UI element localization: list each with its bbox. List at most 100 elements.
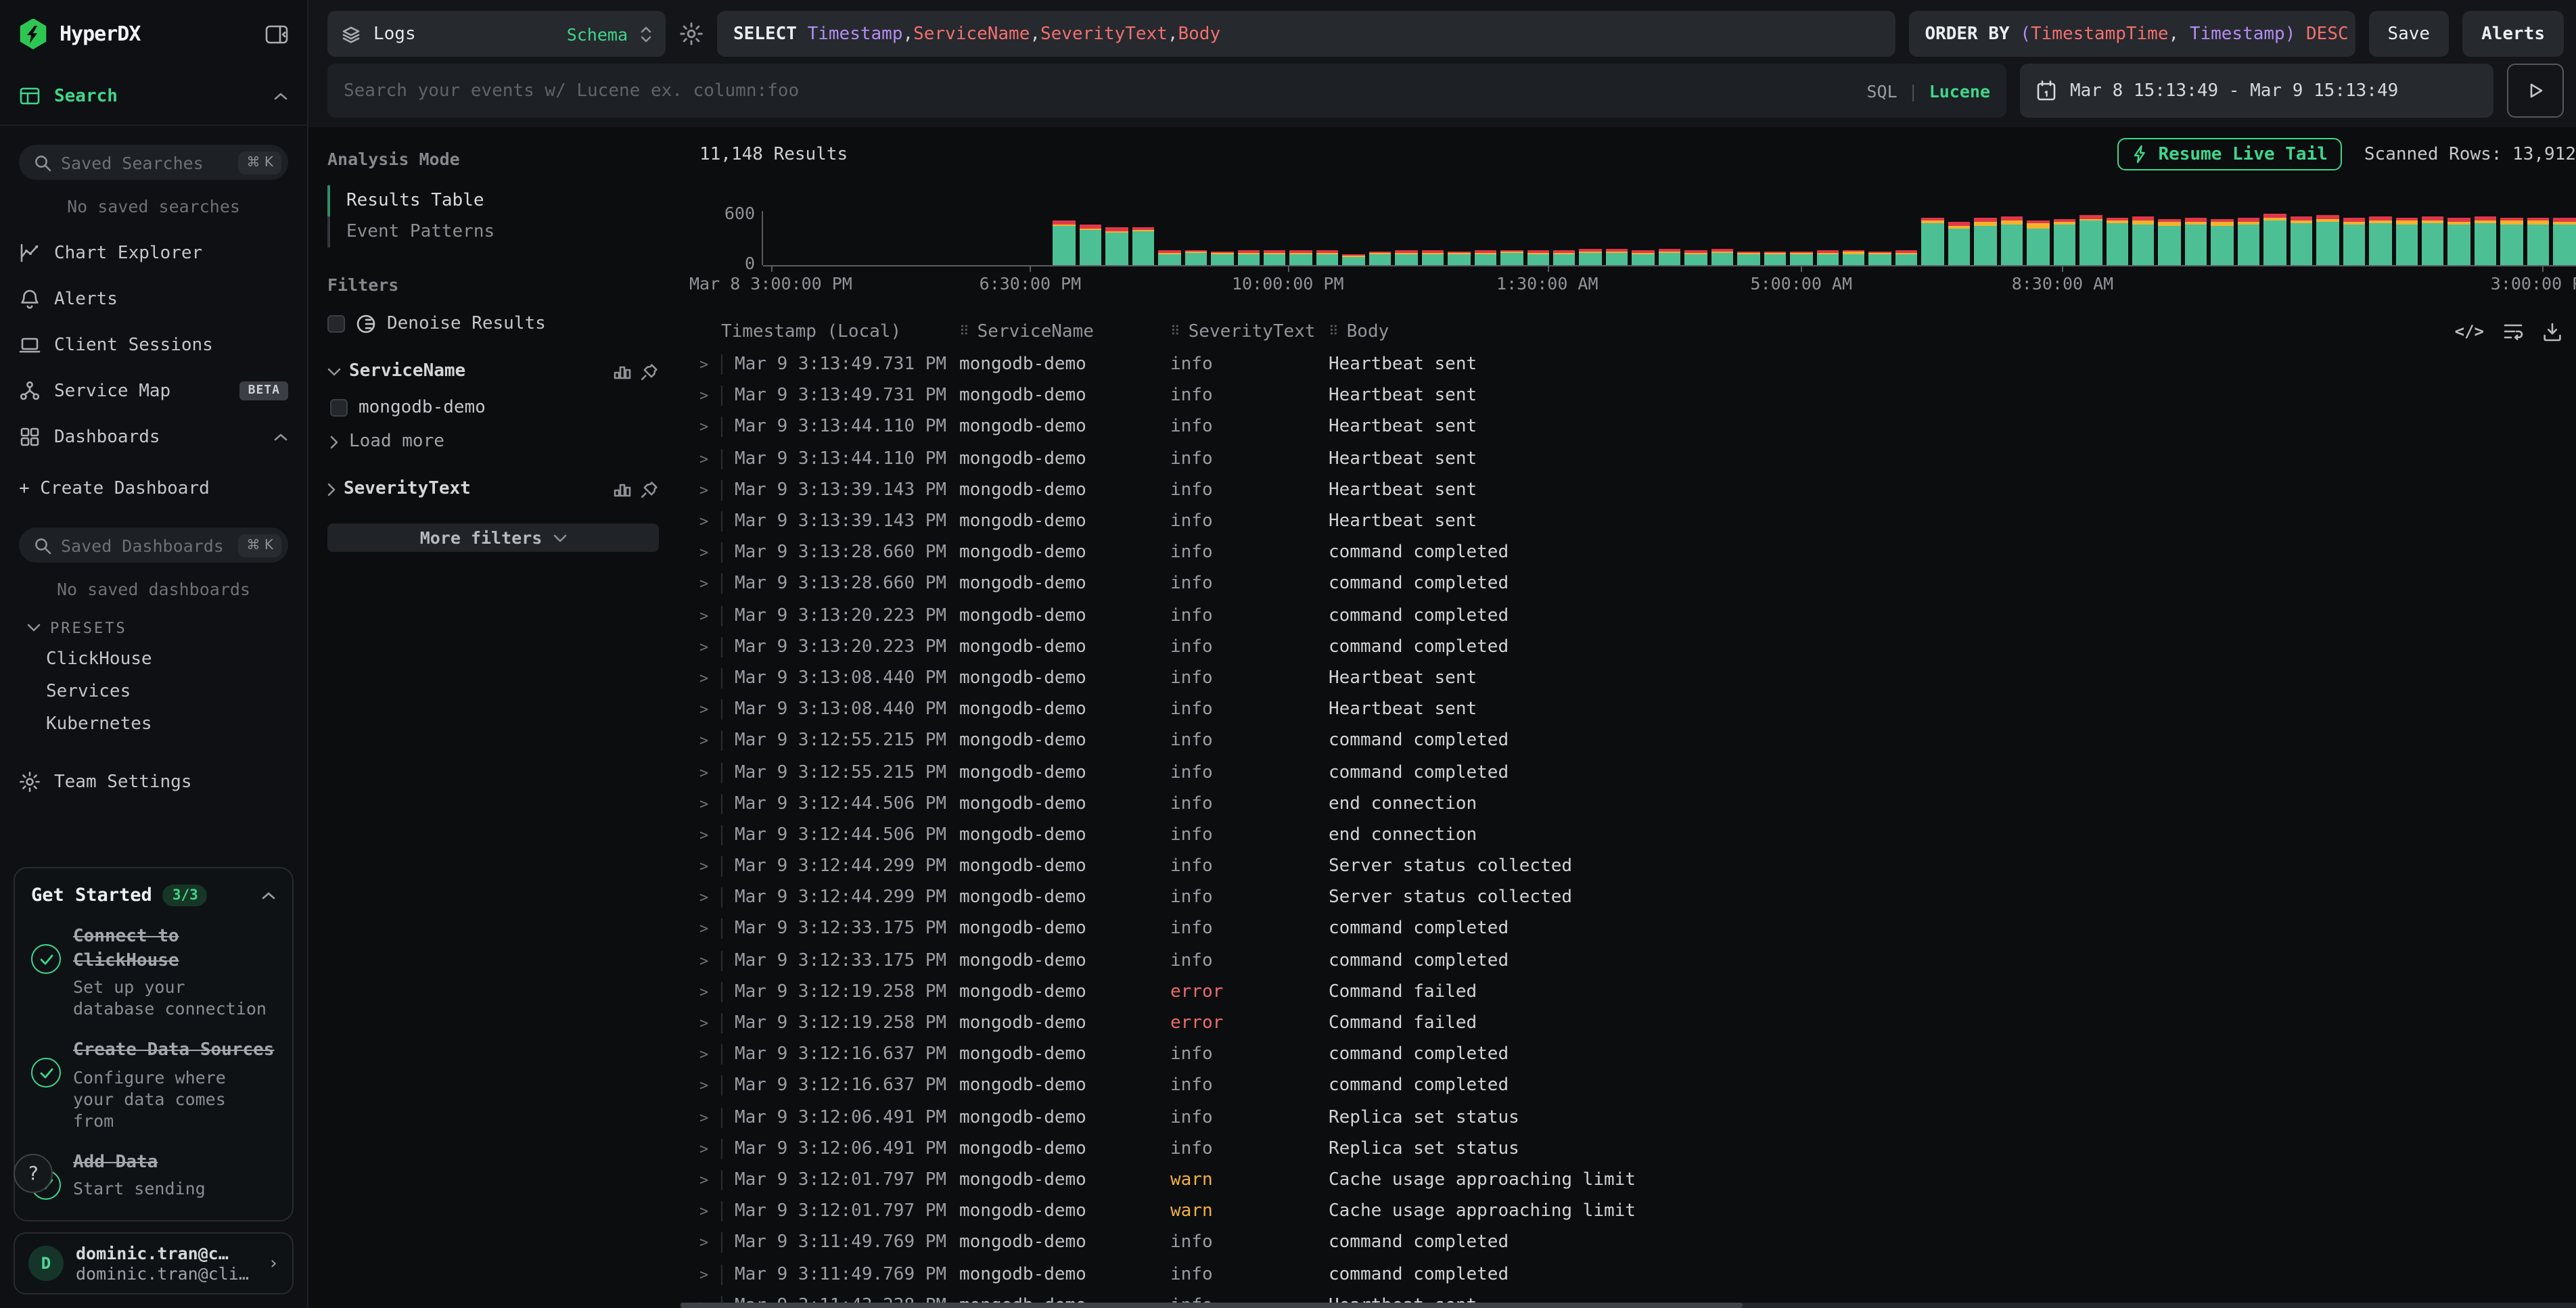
table-row[interactable]: >Mar 9 3:12:33.175 PMmongodb-demoinfocom…: [699, 945, 2576, 976]
sidebar-item-search[interactable]: Search: [0, 76, 307, 116]
drag-handle-icon[interactable]: ⠿: [959, 324, 969, 339]
sql-mode-toggle[interactable]: SQL: [1866, 80, 1897, 101]
filter-group-servicename[interactable]: ServiceName: [327, 361, 659, 381]
saved-searches-input[interactable]: Saved Searches ⌘ K: [19, 145, 288, 180]
column-header-severitytext[interactable]: ⠿SeverityText: [1170, 321, 1329, 342]
get-started-step[interactable]: Create Data SourcesConfigure where your …: [31, 1039, 276, 1131]
row-expand-chevron[interactable]: >: [699, 764, 721, 781]
get-started-step[interactable]: Add DataStart sending: [31, 1150, 276, 1200]
help-button[interactable]: ?: [14, 1154, 53, 1193]
view-source-icon[interactable]: </>: [2455, 322, 2484, 341]
table-row[interactable]: >Mar 9 3:12:44.299 PMmongodb-demoinfoSer…: [699, 882, 2576, 913]
load-more-button[interactable]: Load more: [330, 431, 659, 452]
table-row[interactable]: >Mar 9 3:13:44.110 PMmongodb-demoinfoHea…: [699, 443, 2576, 474]
resume-live-tail-button[interactable]: Resume Live Tail: [2117, 138, 2342, 170]
row-expand-chevron[interactable]: >: [699, 670, 721, 687]
row-expand-chevron[interactable]: >: [699, 419, 721, 436]
tab-results-table[interactable]: Results Table: [327, 185, 659, 216]
sidebar-item-alerts[interactable]: Alerts: [0, 276, 307, 322]
get-started-header[interactable]: Get Started 3/3: [31, 885, 276, 906]
row-expand-chevron[interactable]: >: [699, 1171, 721, 1189]
table-row[interactable]: >Mar 9 3:13:28.660 PMmongodb-demoinfocom…: [699, 569, 2576, 600]
table-row[interactable]: >Mar 9 3:12:06.491 PMmongodb-demoinfoRep…: [699, 1133, 2576, 1164]
row-expand-chevron[interactable]: >: [699, 952, 721, 969]
scrollbar-thumb[interactable]: [681, 1303, 1742, 1308]
table-row[interactable]: >Mar 9 3:13:08.440 PMmongodb-demoinfoHea…: [699, 663, 2576, 694]
row-expand-chevron[interactable]: >: [699, 450, 721, 467]
row-expand-chevron[interactable]: >: [699, 1202, 721, 1220]
row-expand-chevron[interactable]: >: [699, 388, 721, 405]
more-filters-button[interactable]: More filters: [327, 523, 659, 552]
row-expand-chevron[interactable]: >: [699, 1108, 721, 1126]
denoise-checkbox[interactable]: Denoise Results: [327, 314, 659, 334]
lucene-mode-toggle[interactable]: Lucene: [1929, 80, 1990, 101]
preset-clickhouse[interactable]: ClickHouse: [0, 643, 307, 675]
get-started-step[interactable]: Connect to ClickHouseSet up your databas…: [31, 925, 276, 1020]
row-expand-chevron[interactable]: >: [699, 607, 721, 624]
row-expand-chevron[interactable]: >: [699, 576, 721, 593]
table-row[interactable]: >Mar 9 3:13:39.143 PMmongodb-demoinfoHea…: [699, 475, 2576, 506]
table-row[interactable]: >Mar 9 3:12:55.215 PMmongodb-demoinfocom…: [699, 757, 2576, 788]
row-expand-chevron[interactable]: >: [699, 983, 721, 1001]
row-expand-chevron[interactable]: >: [699, 920, 721, 938]
row-expand-chevron[interactable]: >: [699, 1077, 721, 1095]
table-row[interactable]: >Mar 9 3:12:01.797 PMmongodb-demowarnCac…: [699, 1196, 2576, 1227]
horizontal-scrollbar[interactable]: [681, 1303, 2576, 1308]
drag-handle-icon[interactable]: ⠿: [1170, 324, 1180, 339]
chart-icon[interactable]: [613, 363, 632, 380]
table-row[interactable]: >Mar 9 3:13:39.143 PMmongodb-demoinfoHea…: [699, 506, 2576, 537]
filter-group-severitytext[interactable]: SeverityText: [327, 479, 659, 499]
events-histogram[interactable]: 600 0 Mar 8 3:00:00 PM6:30:00 PM10:00:00…: [699, 211, 2576, 292]
presets-toggle[interactable]: PRESETS: [27, 613, 288, 643]
table-row[interactable]: >Mar 9 3:12:16.637 PMmongodb-demoinfocom…: [699, 1071, 2576, 1102]
row-expand-chevron[interactable]: >: [699, 513, 721, 530]
pin-icon[interactable]: [640, 480, 659, 498]
checkbox[interactable]: [327, 315, 345, 333]
table-row[interactable]: >Mar 9 3:13:08.440 PMmongodb-demoinfoHea…: [699, 694, 2576, 725]
date-range-picker[interactable]: Mar 8 15:13:49 - Mar 9 15:13:49: [2020, 64, 2493, 118]
row-expand-chevron[interactable]: >: [699, 1140, 721, 1158]
schema-link[interactable]: Schema: [567, 24, 628, 44]
alerts-button[interactable]: Alerts: [2462, 11, 2564, 57]
row-expand-chevron[interactable]: >: [699, 1234, 721, 1252]
row-expand-chevron[interactable]: >: [699, 1265, 721, 1283]
sidebar-item-team-settings[interactable]: Team Settings: [0, 762, 307, 802]
table-row[interactable]: >Mar 9 3:12:19.258 PMmongodb-demoerrorCo…: [699, 977, 2576, 1008]
row-expand-chevron[interactable]: >: [699, 1014, 721, 1032]
column-header-body[interactable]: ⠿Body: [1329, 321, 2576, 342]
row-expand-chevron[interactable]: >: [699, 701, 721, 718]
table-row[interactable]: >Mar 9 3:13:28.660 PMmongodb-demoinfocom…: [699, 537, 2576, 568]
tab-event-patterns[interactable]: Event Patterns: [327, 216, 659, 248]
orderby-input[interactable]: ORDER BY (TimestampTime, Timestamp) DESC: [1908, 11, 2355, 57]
table-row[interactable]: >Mar 9 3:12:44.506 PMmongodb-demoinfoend…: [699, 788, 2576, 819]
column-header-servicename[interactable]: ⠿ServiceName: [959, 321, 1170, 342]
row-expand-chevron[interactable]: >: [699, 795, 721, 812]
table-row[interactable]: >Mar 9 3:13:44.110 PMmongodb-demoinfoHea…: [699, 412, 2576, 443]
create-dashboard-button[interactable]: + Create Dashboard: [0, 468, 307, 509]
preset-services[interactable]: Services: [0, 675, 307, 707]
chart-icon[interactable]: [613, 480, 632, 498]
table-row[interactable]: >Mar 9 3:13:20.223 PMmongodb-demoinfocom…: [699, 631, 2576, 662]
table-row[interactable]: >Mar 9 3:13:49.731 PMmongodb-demoinfoHea…: [699, 380, 2576, 411]
query-settings-gear-icon[interactable]: [679, 22, 704, 46]
preset-kubernetes[interactable]: Kubernetes: [0, 707, 307, 740]
table-row[interactable]: >Mar 9 3:12:33.175 PMmongodb-demoinfocom…: [699, 914, 2576, 945]
table-row[interactable]: >Mar 9 3:12:55.215 PMmongodb-demoinfocom…: [699, 726, 2576, 757]
checkbox[interactable]: [330, 399, 348, 417]
sidebar-item-service-map[interactable]: Service MapBETA: [0, 368, 307, 414]
table-row[interactable]: >Mar 9 3:13:20.223 PMmongodb-demoinfocom…: [699, 600, 2576, 631]
user-menu[interactable]: D dominic.tran@c… dominic.tran@cli… ›: [14, 1232, 294, 1294]
table-row[interactable]: >Mar 9 3:11:49.769 PMmongodb-demoinfocom…: [699, 1259, 2576, 1290]
table-row[interactable]: >Mar 9 3:12:06.491 PMmongodb-demoinfoRep…: [699, 1102, 2576, 1133]
pin-icon[interactable]: [640, 362, 659, 381]
row-expand-chevron[interactable]: >: [699, 544, 721, 561]
table-row[interactable]: >Mar 9 3:11:49.769 PMmongodb-demoinfocom…: [699, 1228, 2576, 1259]
column-header-timestamp-local-[interactable]: Timestamp (Local): [721, 321, 959, 342]
row-expand-chevron[interactable]: >: [699, 732, 721, 750]
sidebar-item-client-sessions[interactable]: Client Sessions: [0, 322, 307, 368]
row-expand-chevron[interactable]: >: [699, 1046, 721, 1063]
sidebar-item-chart-explorer[interactable]: Chart Explorer: [0, 230, 307, 276]
sidebar-item-dashboards[interactable]: Dashboards: [0, 414, 307, 460]
table-row[interactable]: >Mar 9 3:12:19.258 PMmongodb-demoerrorCo…: [699, 1008, 2576, 1039]
table-row[interactable]: >Mar 9 3:12:44.299 PMmongodb-demoinfoSer…: [699, 851, 2576, 882]
